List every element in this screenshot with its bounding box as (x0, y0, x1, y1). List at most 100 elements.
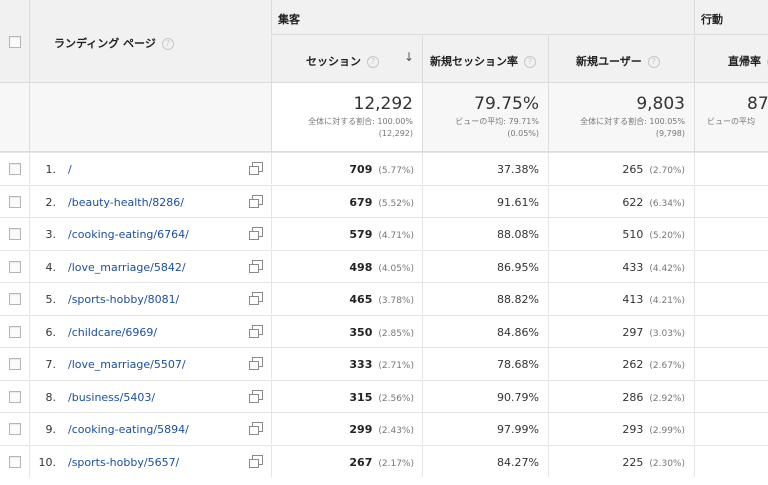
header-select-column (0, 0, 30, 82)
sessions-header[interactable]: セッション? (306, 53, 379, 69)
new-session-rate-header[interactable]: 新規セッション率? (430, 53, 536, 69)
new-users-cell: 413 (4.21%) (548, 293, 685, 306)
open-in-new-window-icon[interactable] (249, 194, 263, 208)
new-users-percent: (4.21%) (649, 296, 685, 306)
divider (694, 348, 695, 379)
new-users-value: 413 (622, 293, 644, 306)
row-checkbox[interactable] (9, 163, 21, 175)
row-checkbox[interactable] (9, 390, 21, 403)
sessions-value: 299 (349, 423, 373, 436)
bounce-rate-label: 直帰率 (728, 55, 761, 68)
help-icon[interactable]: ? (524, 56, 536, 68)
new-users-value: 510 (622, 228, 644, 241)
landing-page-link[interactable]: /sports-hobby/5657/ (68, 456, 179, 469)
row-checkbox[interactable] (9, 325, 21, 338)
new-session-rate-value: 84.27% (497, 455, 539, 469)
open-in-new-window-icon[interactable] (249, 292, 263, 305)
sessions-value: 350 (349, 325, 373, 339)
totals-new-rate-cell: 79.75% ビューの平均: 79.71% (0.05%) (422, 83, 548, 151)
divider (694, 218, 695, 249)
open-in-new-window-icon[interactable] (249, 454, 263, 468)
landing-page-link[interactable]: /cooking-eating/6764/ (68, 228, 189, 241)
sessions-value: 579 (349, 228, 373, 241)
sessions-value: 709 (349, 163, 373, 176)
row-checkbox[interactable] (9, 293, 21, 305)
divider (29, 380, 30, 412)
behavior-group-label: 行動 (701, 13, 723, 26)
open-in-new-window-icon[interactable] (249, 422, 263, 435)
new-users-value: 265 (622, 163, 644, 176)
row-checkbox[interactable] (9, 228, 21, 240)
landing-page-link[interactable]: /childcare/6969/ (68, 326, 157, 339)
new-users-header[interactable]: 新規ユーザー? (576, 53, 660, 69)
landing-page-link[interactable]: /love_marriage/5842/ (68, 261, 186, 274)
new-session-rate-column-header[interactable]: 新規セッション率? (422, 36, 548, 82)
table-row: 10. /sports-hobby/5657/267 (2.17%) 84.27% 22… (0, 444, 768, 477)
row-checkbox[interactable] (9, 195, 21, 208)
analytics-table: ランディング ページ? 集客 行動 セッション? ↓ 新規セッション率? 新規ユ… (0, 0, 768, 485)
new-users-percent: (2.67%) (649, 361, 685, 371)
row-checkbox[interactable] (9, 260, 21, 273)
landing-page-link[interactable]: /beauty-health/8286/ (68, 196, 184, 209)
new-users-cell: 286 (2.92%) (548, 391, 685, 404)
divider (694, 315, 695, 347)
landing-page-header[interactable]: ランディング ページ? (54, 35, 174, 51)
sessions-percent: (2.71%) (378, 361, 414, 371)
sessions-cell: 350 (2.85%) (272, 326, 414, 339)
landing-page-link[interactable]: / (68, 163, 72, 176)
help-icon[interactable]: ? (647, 56, 660, 68)
sessions-cell: 465 (3.78%) (272, 293, 414, 306)
sessions-percent: (5.77%) (378, 166, 414, 176)
sessions-column-header[interactable]: セッション? (271, 36, 422, 82)
divider (29, 315, 30, 347)
help-icon[interactable]: ? (161, 38, 174, 50)
row-checkbox[interactable] (9, 455, 21, 468)
sort-descending-icon[interactable]: ↓ (404, 50, 414, 64)
row-checkbox[interactable] (9, 423, 21, 435)
table-row: 7. /love_marriage/5507/333 (2.71%) 78.68% 26… (0, 347, 768, 379)
total-new-users-base: (9,798) (655, 129, 685, 138)
new-session-rate-value: 88.82% (497, 293, 539, 306)
landing-page-link[interactable]: /love_marriage/5507/ (68, 358, 186, 371)
open-in-new-window-icon[interactable] (249, 227, 263, 240)
open-in-new-window-icon[interactable] (249, 162, 263, 175)
bounce-rate-column-header[interactable]: 直帰率? (694, 36, 768, 82)
divider (29, 250, 30, 282)
row-checkbox[interactable] (9, 358, 21, 370)
totals-bounce-cell: 87 ビューの平均 (694, 83, 768, 151)
divider (29, 185, 30, 217)
divider (694, 185, 695, 217)
help-icon[interactable]: ? (367, 56, 379, 68)
sessions-value: 498 (349, 260, 373, 274)
new-users-cell: 622 (6.34%) (548, 196, 685, 209)
divider (29, 413, 30, 444)
new-users-column-header[interactable]: 新規ユーザー? (548, 36, 694, 82)
table-row: 1. / 709 (5.77%) 37.38% 265 (2.70%) (0, 152, 768, 184)
sessions-percent: (5.52%) (378, 198, 414, 209)
table-row: 8. /business/5403/315 (2.56%) 90.79% 286 (2.9… (0, 379, 768, 412)
bounce-rate-header[interactable]: 直帰率? (728, 53, 768, 69)
divider (29, 218, 30, 249)
row-number: 1. (45, 163, 57, 176)
new-users-cell: 297 (3.03%) (548, 326, 685, 339)
total-sessions-value: 12,292 (353, 94, 413, 114)
new-users-cell: 293 (2.99%) (548, 423, 685, 436)
total-new-rate-value: 79.75% (474, 94, 539, 114)
open-in-new-window-icon[interactable] (249, 324, 263, 338)
table-row: 4. /love_marriage/5842/498 (4.05%) 86.95% 43… (0, 249, 768, 282)
open-in-new-window-icon[interactable] (249, 259, 263, 273)
open-in-new-window-icon[interactable] (249, 357, 263, 370)
new-session-rate-value: 91.61% (497, 195, 539, 209)
open-in-new-window-icon[interactable] (249, 389, 263, 403)
landing-page-link[interactable]: /business/5403/ (68, 391, 155, 404)
totals-new-users-cell: 9,803 全体に対する割合: 100.05% (9,798) (548, 83, 694, 151)
row-number: 3. (45, 228, 57, 241)
landing-page-column-header[interactable]: ランディング ページ? (29, 0, 271, 82)
total-new-users-share: 全体に対する割合: 100.05% (580, 117, 685, 126)
new-session-rate-value: 97.99% (497, 423, 539, 436)
table-header: ランディング ページ? 集客 行動 セッション? ↓ 新規セッション率? 新規ユ… (0, 0, 768, 83)
new-session-rate-value: 88.08% (497, 228, 539, 241)
landing-page-link[interactable]: /cooking-eating/5894/ (68, 423, 189, 436)
landing-page-link[interactable]: /sports-hobby/8081/ (68, 293, 179, 306)
select-all-checkbox[interactable] (9, 36, 21, 48)
